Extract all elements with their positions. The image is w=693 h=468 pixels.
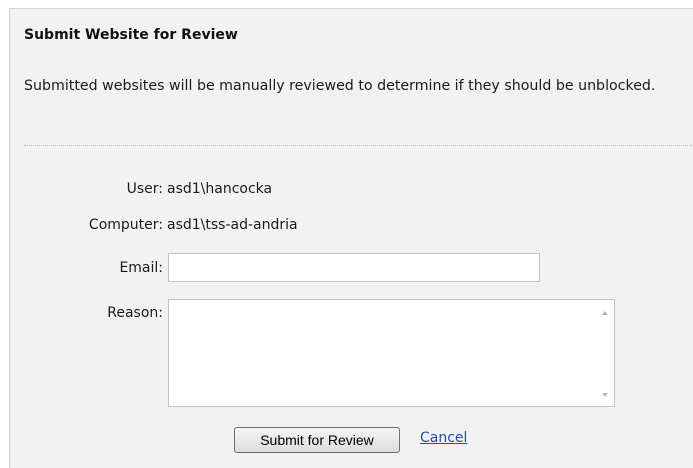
scroll-down-arrow-icon[interactable] <box>602 393 608 397</box>
reason-textarea-container <box>168 299 615 407</box>
submit-review-panel: Submit Website for Review Submitted webs… <box>9 8 693 468</box>
email-label: Email: <box>119 260 163 276</box>
user-label: User: <box>126 181 163 197</box>
reason-textarea[interactable] <box>169 300 598 406</box>
scroll-up-arrow-icon[interactable] <box>602 311 608 315</box>
computer-label: Computer: <box>88 217 163 233</box>
dialog-title: Submit Website for Review <box>24 27 238 43</box>
submit-for-review-button[interactable]: Submit for Review <box>234 427 400 453</box>
cancel-link[interactable]: Cancel <box>420 430 467 446</box>
dialog-description: Submitted websites will be manually revi… <box>24 78 656 94</box>
dotted-divider <box>24 145 693 146</box>
email-field[interactable] <box>168 253 540 282</box>
reason-scrollbar[interactable] <box>597 300 614 406</box>
computer-value: asd1\tss-ad-andria <box>167 217 298 233</box>
user-value: asd1\hancocka <box>167 181 273 197</box>
reason-label: Reason: <box>107 305 163 321</box>
